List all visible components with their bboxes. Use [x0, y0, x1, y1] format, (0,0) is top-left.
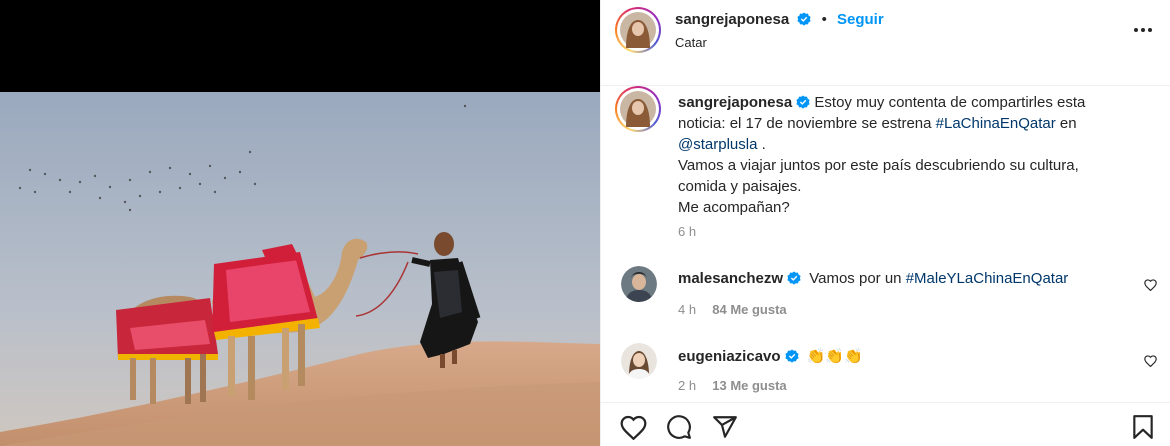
commenter-avatar[interactable] — [621, 266, 657, 302]
like-button[interactable] — [617, 411, 649, 443]
comment-item: malesanchezw Vamos por un #MaleYLaChinaE… — [601, 266, 1170, 324]
comment-username[interactable]: malesanchezw — [678, 270, 783, 287]
caption-hashtag[interactable]: #LaChinaEnQatar — [936, 115, 1056, 132]
caption-time[interactable]: 6 h — [678, 224, 696, 239]
comment-body: eugeniazicavo 👏👏👏 — [678, 347, 863, 365]
save-button[interactable] — [1127, 411, 1159, 443]
post-media[interactable] — [0, 0, 600, 446]
comment-icon — [667, 415, 691, 439]
comment-button[interactable] — [663, 411, 695, 443]
caption-mention[interactable]: @starplusla — [678, 136, 757, 153]
more-horizontal-icon — [1134, 28, 1152, 32]
comment-likes[interactable]: 84 Me gusta — [712, 302, 786, 317]
comment-like-button[interactable] — [1141, 276, 1159, 294]
post-header: sangrejaponesa • Seguir Catar — [601, 0, 1170, 86]
header-separator: • — [821, 11, 827, 28]
comment-username[interactable]: eugeniazicavo — [678, 348, 781, 365]
verified-badge-icon — [797, 12, 811, 26]
post-caption: sangrejaponesa Estoy muy contenta de com… — [678, 92, 1118, 218]
comment-hashtag[interactable]: #MaleYLaChinaEnQatar — [906, 270, 1069, 287]
comment-meta: 2 h 13 Me gusta — [678, 377, 787, 394]
post-side-panel: sangrejaponesa • Seguir Catar sangrejapo… — [600, 0, 1170, 446]
caption-line-3: Me acompañan? — [678, 199, 790, 216]
verified-badge-icon — [796, 95, 810, 109]
instagram-post-view: sangrejaponesa • Seguir Catar sangrejapo… — [0, 0, 1170, 446]
comment-time[interactable]: 4 h — [678, 302, 696, 317]
post-photo — [0, 92, 600, 446]
header-user-line: sangrejaponesa • Seguir — [675, 11, 884, 28]
follow-button[interactable]: Seguir — [837, 11, 884, 28]
caption-avatar-ring[interactable] — [615, 86, 661, 132]
caption-line-2: Vamos a viajar juntos por este país desc… — [678, 157, 1079, 195]
send-icon — [713, 416, 737, 438]
comment-text: Vamos por un — [809, 270, 906, 287]
comment-body: malesanchezw Vamos por un #MaleYLaChinaE… — [678, 270, 1068, 287]
heart-icon — [620, 415, 646, 440]
comment-time[interactable]: 2 h — [678, 378, 696, 393]
author-avatar-ring[interactable] — [615, 7, 661, 53]
share-button[interactable] — [709, 411, 741, 443]
commenter-avatar[interactable] — [621, 343, 657, 379]
author-avatar — [620, 12, 656, 48]
comment-meta: 4 h 84 Me gusta — [678, 301, 787, 318]
comment-likes[interactable]: 13 Me gusta — [712, 378, 786, 393]
header-location[interactable]: Catar — [675, 35, 707, 50]
bookmark-icon — [1133, 415, 1153, 439]
comment-text: 👏👏👏 — [806, 348, 863, 365]
heart-icon — [1143, 355, 1157, 367]
header-username[interactable]: sangrejaponesa — [675, 11, 789, 28]
caption-avatar — [620, 91, 656, 127]
heart-icon — [1143, 279, 1157, 291]
verified-badge-icon — [787, 271, 801, 285]
comment-like-button[interactable] — [1141, 352, 1159, 370]
caption-text-2: en — [1055, 115, 1077, 132]
more-options-button[interactable] — [1128, 20, 1158, 40]
caption-text-3: . — [757, 136, 766, 153]
comment-item: eugeniazicavo 👏👏👏 2 h 13 Me gusta — [601, 343, 1170, 399]
caption-username[interactable]: sangrejaponesa — [678, 94, 792, 111]
verified-badge-icon — [784, 349, 799, 363]
post-action-bar — [601, 402, 1170, 446]
